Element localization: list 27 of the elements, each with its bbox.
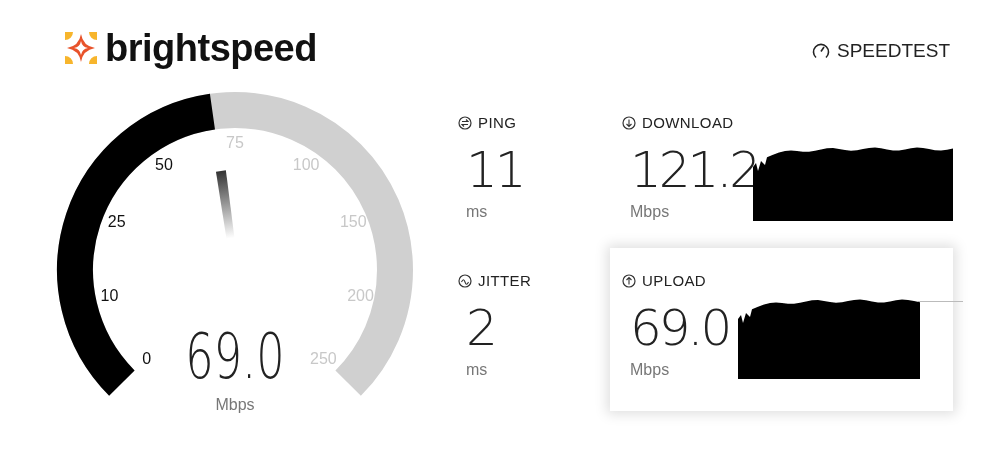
exchange-icon [458, 115, 472, 130]
stat-unit: ms [466, 203, 489, 221]
stat-unit: Mbps [630, 361, 671, 379]
product-title: SPEEDTEST [837, 40, 950, 62]
wave-icon [458, 273, 472, 288]
brand-name: brightspeed [105, 26, 317, 70]
speed-unit: Mbps [215, 396, 255, 413]
stat-unit: ms [466, 361, 489, 379]
scale-label: 0 [142, 350, 152, 368]
stat-label: UPLOAD [642, 272, 707, 289]
speed-reading: 69.0 [185, 320, 285, 393]
download-icon [622, 115, 636, 130]
stat-unit: Mbps [630, 203, 671, 221]
scale-label: 10 [100, 286, 119, 304]
stat-value: 69.0 [630, 298, 730, 359]
logo-icon [65, 32, 97, 64]
stat-value: 2 [466, 298, 495, 359]
stat-label: PING [478, 114, 517, 131]
stat-label: DOWNLOAD [642, 114, 734, 131]
gauge-needle [215, 170, 235, 239]
speedometer-icon [812, 42, 830, 60]
scale-label: 25 [107, 213, 126, 230]
stat-value: 11 [466, 140, 524, 201]
upload-icon [622, 273, 636, 288]
stat-label: JITTER [478, 272, 532, 289]
stat-value: 121.2 [630, 140, 759, 201]
scale-label: 50 [155, 155, 173, 173]
